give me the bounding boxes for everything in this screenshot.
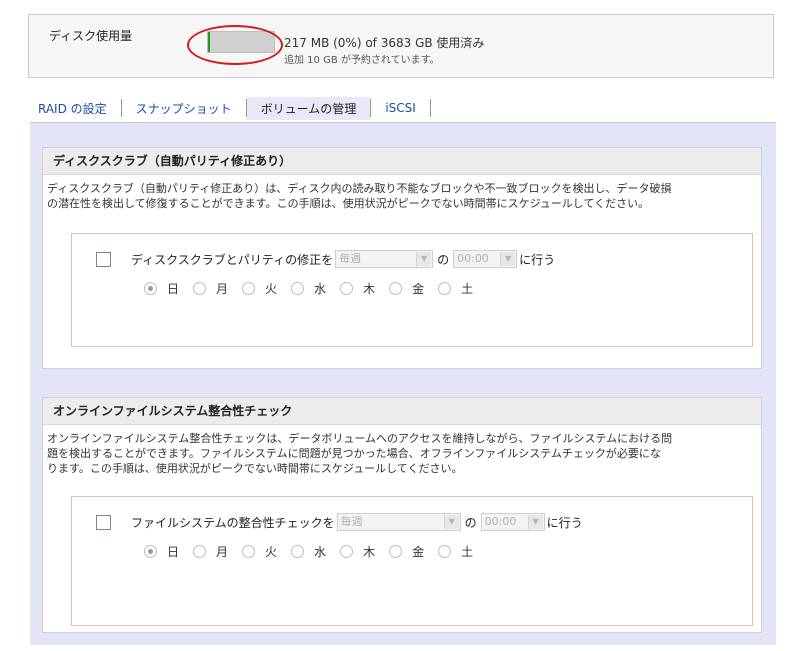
day-option-wed[interactable]: 水 (291, 280, 326, 297)
day-radio[interactable] (242, 282, 256, 295)
fs-check-schedule-label: ファイルシステムの整合性チェックを (131, 515, 335, 530)
tab-divider (429, 99, 431, 117)
disk-scrub-day-options: 日 月 火 水 木 金 土 (144, 280, 487, 297)
day-label: 木 (363, 282, 376, 296)
day-radio[interactable] (144, 282, 157, 295)
day-radio[interactable] (389, 282, 403, 295)
day-option-thu[interactable]: 木 (340, 543, 375, 560)
day-label: 火 (265, 545, 278, 559)
fs-check-day-options: 日 月 火 水 木 金 土 (144, 543, 487, 560)
day-radio[interactable] (438, 545, 452, 558)
fs-check-schedule-box: ファイルシステムの整合性チェックを 毎週 ▼ の 00:00 ▼ に行う 日 月… (71, 496, 753, 626)
day-option-sat[interactable]: 土 (438, 280, 473, 297)
disk-scrub-title: ディスクスクラブ（自動パリティ修正あり） (43, 148, 761, 175)
of-text: の (464, 515, 477, 530)
frequency-value: 毎週 (340, 515, 363, 528)
chevron-down-icon: ▼ (416, 252, 432, 266)
disk-scrub-panel: ディスクスクラブ（自動パリティ修正あり） ディスクスクラブ（自動パリティ修正あり… (42, 147, 762, 369)
disk-scrub-frequency-select[interactable]: 毎週 ▼ (335, 250, 434, 268)
day-option-mon[interactable]: 月 (193, 280, 228, 297)
description-line: ります。この手順は、使用状況がピークでない時間帯にスケジュールしてください。 (47, 462, 463, 475)
day-radio[interactable] (340, 282, 354, 295)
chevron-down-icon: ▼ (527, 515, 543, 529)
day-label: 月 (216, 282, 229, 296)
disk-scrub-enable-checkbox[interactable] (96, 251, 111, 267)
description-line: 題を検出することができます。ファイルシステムに問題が見つかった場合、オフラインフ… (47, 447, 661, 460)
day-label: 水 (314, 282, 327, 296)
day-radio[interactable] (340, 545, 354, 558)
disk-usage-box: ディスク使用量 217 MB (0%) of 3683 GB 使用済み 追加 1… (28, 14, 774, 78)
disk-reserved-note: 追加 10 GB が予約されています。 (284, 55, 440, 66)
fs-check-frequency-select[interactable]: 毎週 ▼ (336, 513, 461, 531)
fs-check-enable-checkbox[interactable] (96, 514, 111, 530)
tab-raid-settings[interactable]: RAID の設定 (38, 100, 121, 117)
tab-volume-management[interactable]: ボリュームの管理 (246, 96, 371, 120)
volume-management-content: ディスクスクラブ（自動パリティ修正あり） ディスクスクラブ（自動パリティ修正あり… (30, 122, 776, 645)
day-label: 水 (314, 545, 327, 559)
day-option-thu[interactable]: 木 (340, 280, 375, 297)
description-line: ディスクスクラブ（自動パリティ修正あり）は、ディスク内の読み取り不能なブロックや… (47, 182, 672, 195)
day-radio[interactable] (291, 545, 305, 558)
day-label: 土 (461, 545, 474, 559)
description-line: の潜在性を検出して修復することができます。この手順は、使用状況がピークでない時間… (47, 197, 650, 210)
disk-scrub-schedule-row: ディスクスクラブとパリティの修正を 毎週 ▼ の 00:00 ▼ に行う (96, 248, 559, 270)
chevron-down-icon: ▼ (500, 252, 516, 266)
disk-scrub-schedule-label: ディスクスクラブとパリティの修正を (131, 252, 334, 267)
day-radio[interactable] (389, 545, 403, 558)
day-label: 火 (265, 282, 278, 296)
fs-check-schedule-row: ファイルシステムの整合性チェックを 毎週 ▼ の 00:00 ▼ に行う (96, 511, 587, 533)
day-label: 月 (216, 545, 229, 559)
fs-check-description: オンラインファイルシステム整合性チェックは、データボリュームへのアクセスを維持し… (43, 425, 761, 476)
day-option-wed[interactable]: 水 (291, 543, 326, 560)
day-option-sun[interactable]: 日 (144, 543, 179, 560)
day-option-sun[interactable]: 日 (144, 280, 179, 297)
day-label: 金 (412, 545, 425, 559)
perform-text: に行う (519, 252, 556, 267)
disk-scrub-schedule-box: ディスクスクラブとパリティの修正を 毎週 ▼ の 00:00 ▼ に行う 日 月… (71, 233, 753, 347)
description-line: オンラインファイルシステム整合性チェックは、データボリュームへのアクセスを維持し… (47, 432, 673, 445)
tab-iscsi[interactable]: iSCSI (371, 101, 430, 115)
day-label: 木 (363, 545, 376, 559)
tab-bar: RAID の設定 スナップショット ボリュームの管理 iSCSI (38, 96, 431, 120)
day-label: 日 (167, 545, 180, 559)
day-option-fri[interactable]: 金 (389, 543, 424, 560)
day-option-fri[interactable]: 金 (389, 280, 424, 297)
day-option-mon[interactable]: 月 (193, 543, 228, 560)
tab-snapshots[interactable]: スナップショット (122, 100, 246, 117)
highlight-annotation-oval (187, 25, 283, 65)
disk-usage-text: 217 MB (0%) of 3683 GB 使用済み (284, 36, 485, 50)
day-radio[interactable] (242, 545, 256, 558)
fs-check-panel: オンラインファイルシステム整合性チェック オンラインファイルシステム整合性チェッ… (42, 397, 762, 633)
chevron-down-icon: ▼ (443, 515, 459, 529)
perform-text: に行う (546, 515, 583, 530)
fs-check-title: オンラインファイルシステム整合性チェック (43, 398, 761, 425)
time-value: 00:00 (484, 515, 517, 528)
day-radio[interactable] (193, 545, 207, 558)
day-option-sat[interactable]: 土 (438, 543, 473, 560)
time-value: 00:00 (457, 252, 489, 265)
day-radio[interactable] (438, 282, 452, 295)
disk-scrub-time-select[interactable]: 00:00 ▼ (453, 250, 518, 268)
day-radio[interactable] (193, 282, 207, 295)
day-label: 日 (167, 282, 180, 296)
fs-check-time-select[interactable]: 00:00 ▼ (480, 513, 545, 531)
disk-scrub-description: ディスクスクラブ（自動パリティ修正あり）は、ディスク内の読み取り不能なブロックや… (43, 175, 761, 211)
day-label: 土 (461, 282, 474, 296)
frequency-value: 毎週 (339, 252, 362, 265)
disk-usage-label: ディスク使用量 (49, 29, 133, 43)
day-option-tue[interactable]: 火 (242, 280, 277, 297)
of-text: の (437, 252, 450, 267)
day-radio[interactable] (291, 282, 305, 295)
day-label: 金 (412, 282, 425, 296)
day-radio[interactable] (144, 545, 157, 558)
day-option-tue[interactable]: 火 (242, 543, 277, 560)
